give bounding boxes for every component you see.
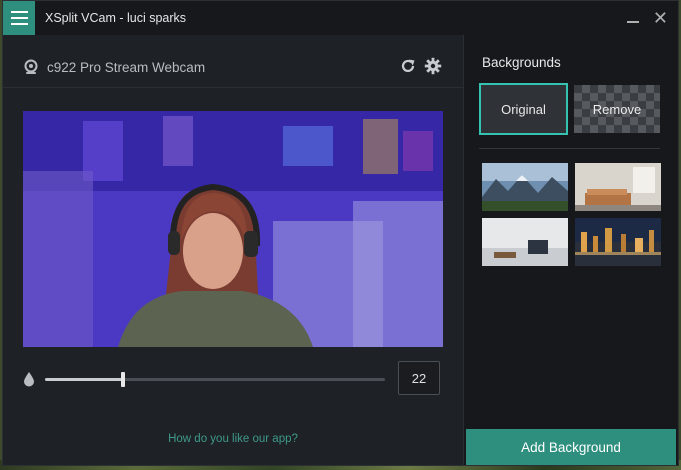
refresh-icon[interactable] [399, 57, 417, 75]
original-background-button[interactable]: Original [479, 83, 568, 135]
camera-name: c922 Pro Stream Webcam [47, 60, 206, 75]
background-thumbnail-desk[interactable] [482, 218, 568, 266]
camera-selector[interactable]: c922 Pro Stream Webcam [3, 35, 463, 88]
blur-slider-thumb[interactable] [121, 372, 125, 387]
background-thumbnail-city-night[interactable] [575, 218, 661, 266]
title-bar: XSplit VCam - luci sparks ✕ [3, 1, 678, 35]
camera-preview [23, 111, 443, 347]
remove-background-button[interactable]: Remove [574, 85, 660, 133]
webcam-icon [24, 59, 38, 74]
app-window: XSplit VCam - luci sparks ✕ c922 Pro Str… [2, 0, 679, 466]
minimize-icon[interactable] [626, 21, 639, 23]
camera-panel: c922 Pro Stream Webcam 22 How do you lik… [3, 35, 463, 465]
droplet-icon [24, 372, 34, 387]
gear-icon[interactable] [424, 57, 442, 75]
backgrounds-heading: Backgrounds [482, 55, 561, 70]
window-controls: ✕ [626, 1, 668, 35]
blur-slider[interactable] [45, 372, 385, 387]
close-icon[interactable]: ✕ [653, 9, 668, 27]
blur-slider-row: 22 [23, 361, 443, 397]
blur-value-input[interactable]: 22 [398, 361, 440, 395]
background-thumbnail-living-room[interactable] [575, 163, 661, 211]
blur-slider-fill [45, 378, 123, 381]
add-background-button[interactable]: Add Background [466, 429, 676, 465]
backgrounds-panel: Backgrounds Original Remove Add Backgrou… [463, 35, 678, 465]
feedback-link[interactable]: How do you like our app? [3, 433, 463, 445]
hamburger-icon[interactable] [3, 1, 35, 35]
window-title: XSplit VCam - luci sparks [45, 11, 187, 25]
background-thumbnail-mountains[interactable] [482, 163, 568, 211]
divider [479, 148, 660, 149]
